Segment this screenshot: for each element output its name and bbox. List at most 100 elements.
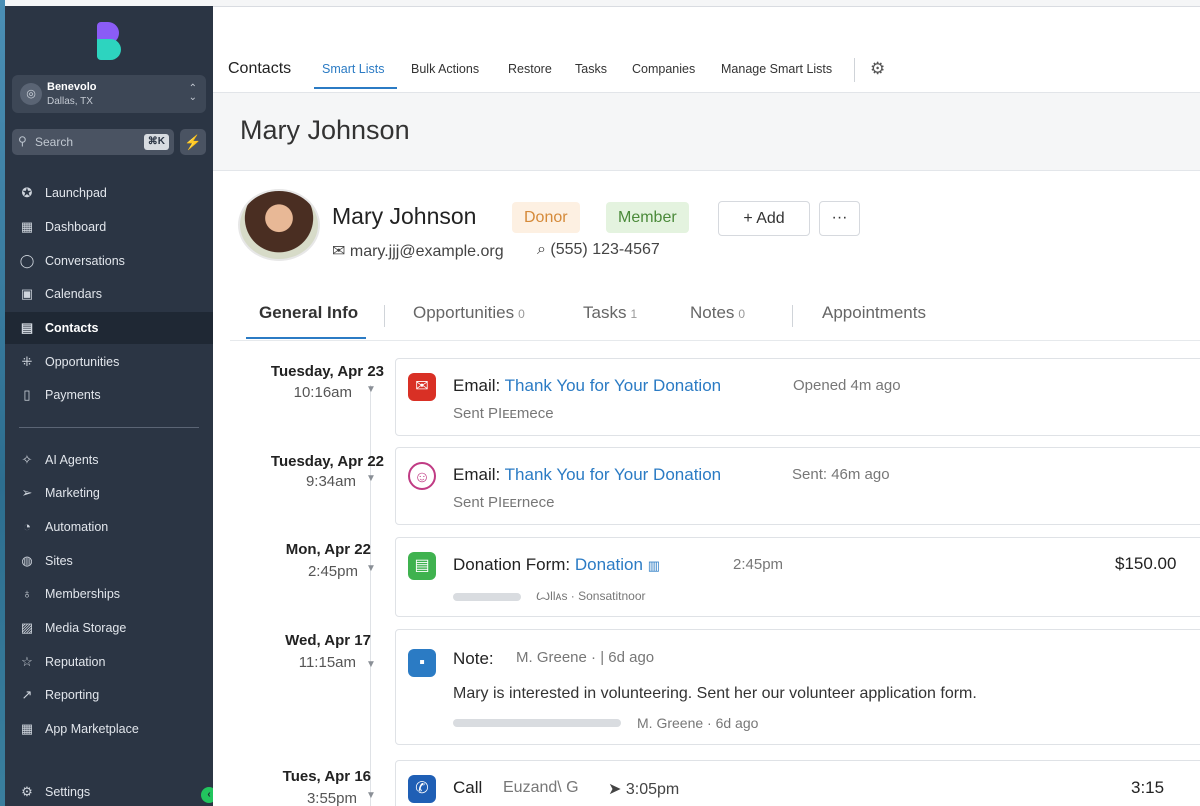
timeline-date: Tuesday, Apr 22 [270, 453, 384, 470]
tab-appointments[interactable]: Appointments [822, 303, 926, 323]
sidebar-item-opportunities[interactable]: ⁜ Opportunities [5, 346, 213, 378]
sidebar-item-payments[interactable]: ▯ Payments [5, 379, 213, 411]
sidebar-item-conversations[interactable]: ◯ Conversations [5, 245, 213, 277]
sidebar: ◎ Benevolo Dallas, TX ⌃ ⌄ ⚲ Search ⌘K ⚡ ✪… [5, 6, 217, 806]
email-subject-link[interactable]: Thank You for Your Donation [505, 376, 721, 395]
detail-tabs: General Info Opportunities 0 Tasks 1 Notes… [230, 287, 1200, 341]
tab-restore[interactable]: Restore [508, 62, 552, 76]
sidebar-item-sites[interactable]: ◍ Sites [5, 545, 213, 577]
contact-name: Mary Johnson [332, 203, 477, 229]
sidebar-item-app-marketplace[interactable]: ▦ App Marketplace [5, 713, 213, 745]
sidebar-item-settings[interactable]: ⚙ Settings [5, 776, 213, 806]
donor-badge[interactable]: Donor [512, 202, 580, 233]
sidebar-item-label: Opportunities [45, 355, 120, 369]
tab-general-info[interactable]: General Info [259, 303, 358, 323]
section-title: Contacts [228, 60, 292, 77]
sidebar-item-label: Reporting [45, 688, 100, 702]
sidebar-item-dashboard[interactable]: ▦ Dashboard [5, 211, 213, 243]
timeline-card-sub: Sent PIᴇᴇmece [453, 405, 554, 422]
sidebar-item-memberships[interactable]: ♁ Memberships [5, 578, 213, 610]
receipt-icon: ▥ [647, 558, 660, 573]
automation-icon: ◔ [23, 519, 31, 534]
tab-notes[interactable]: Notes 0 [690, 303, 745, 323]
top-bar: Contacts Smart Lists Bulk Actions Restor… [213, 6, 1200, 93]
active-detail-tab-indicator [246, 337, 366, 339]
sidebar-item-label: Contacts [45, 321, 99, 335]
tab-tasks[interactable]: Tasks 1 [583, 303, 637, 323]
sidebar-item-automation[interactable]: ◔ Automation [5, 511, 213, 543]
active-tab-indicator [314, 87, 397, 89]
timeline-time: 11:15am [298, 654, 356, 671]
note-body: Mary is interested in volunteering. Sent… [453, 685, 977, 702]
search-input[interactable]: ⚲ Search ⌘K [12, 129, 174, 155]
sidebar-item-marketing[interactable]: ➢ Marketing [5, 477, 213, 509]
email-subject-link[interactable]: Thank You for Your Donation [505, 465, 721, 484]
account-location: Dallas, TX [47, 96, 93, 107]
caller-name: Euzand\ G [503, 779, 579, 796]
placeholder-bar [453, 719, 621, 727]
tab-bulk-actions[interactable]: Bulk Actions [411, 62, 479, 76]
quick-action-bolt-icon[interactable]: ⚡ [180, 129, 206, 155]
account-switcher[interactable]: ◎ Benevolo Dallas, TX ⌃ ⌄ [12, 75, 206, 113]
note-icon: ▪ [408, 649, 436, 677]
star-icon: ☆ [21, 654, 33, 669]
timeline-card-email[interactable]: ✉ Email: Thank You for Your Donation Ope… [395, 358, 1200, 436]
sidebar-item-label: Launchpad [45, 186, 107, 200]
award-icon: ♁ [22, 586, 32, 601]
timeline-time: 10:16am [293, 384, 352, 401]
account-name: Benevolo [47, 81, 97, 93]
sidebar-item-contacts[interactable]: ▤ Contacts [5, 312, 213, 344]
tab-opportunities[interactable]: Opportunities 0 [413, 303, 525, 323]
timeline-card-title: Email: Thank You for Your Donation [453, 376, 722, 395]
contacts-icon: ▤ [20, 320, 34, 335]
sidebar-item-label: Conversations [45, 254, 125, 268]
timeline-card-call[interactable]: ✆ Call Euzand\ G ➤ 3:05pm 3:15 [395, 760, 1200, 806]
tab-divider [384, 305, 385, 327]
timeline-card-donation[interactable]: ▤ Donation Form: Donation ▥ 2:45pm $150.… [395, 537, 1200, 617]
settings-gear-icon[interactable]: ⚙ [870, 59, 885, 79]
sidebar-item-reporting[interactable]: ↗ Reporting [5, 679, 213, 711]
timeline-card-email[interactable]: ☺ Email: Thank You for Your Donation Sen… [395, 447, 1200, 525]
sidebar-item-launchpad[interactable]: ✪ Launchpad [5, 177, 213, 209]
sidebar-item-ai-agents[interactable]: ✧ AI Agents [5, 444, 213, 476]
page-title: Mary Johnson [240, 115, 410, 145]
donation-link[interactable]: Donation [575, 555, 643, 574]
sidebar-item-label: Reputation [45, 655, 106, 669]
timeline-card-sub: Ꙍllᴀs · Sonsatitnoor [536, 589, 646, 603]
toolbar-divider [854, 58, 855, 82]
phone-text: (555) 123-4567 [550, 241, 660, 258]
sidebar-item-media-storage[interactable]: ▨ Media Storage [5, 612, 213, 644]
sidebar-item-label: Marketing [45, 486, 100, 500]
placeholder-bar [453, 593, 521, 601]
tab-divider [792, 305, 793, 327]
tab-smart-lists[interactable]: Smart Lists [322, 62, 385, 76]
tab-tasks[interactable]: Tasks [575, 62, 607, 76]
timeline-card-meta: Sent: 46m ago [792, 466, 890, 483]
timeline-card-title: Note: [453, 649, 494, 668]
grid-icon: ▦ [20, 219, 34, 234]
chat-icon: ◯ [19, 253, 35, 268]
tab-companies[interactable]: Companies [632, 62, 695, 76]
add-button[interactable]: + Add [718, 201, 810, 236]
phone-icon: ✆ [408, 775, 436, 803]
location-icon: ◎ [20, 83, 42, 105]
timeline-date: Tues, Apr 16 [282, 768, 371, 785]
app-logo[interactable] [97, 22, 121, 60]
note-footer: M. Greene · 6d ago [637, 715, 759, 731]
timeline-card-note[interactable]: ▪ Note: M. Greene · | 6d ago Mary is int… [395, 629, 1200, 745]
sidebar-item-label: Dashboard [45, 220, 107, 234]
more-options-button[interactable]: ··· [819, 201, 860, 236]
contact-phone[interactable]: ⌕ (555) 123-4567 [537, 241, 660, 259]
sidebar-item-label: AI Agents [45, 453, 99, 467]
donation-amount: $150.00 [1115, 554, 1177, 573]
calendar-icon: ▣ [20, 286, 34, 301]
sidebar-item-reputation[interactable]: ☆ Reputation [5, 646, 213, 678]
email-text: mary.jjj@example.org [349, 243, 504, 260]
form-icon: ▤ [408, 552, 436, 580]
send-icon: ➢ [21, 485, 33, 500]
member-badge[interactable]: Member [606, 202, 689, 233]
sidebar-item-calendars[interactable]: ▣ Calendars [5, 278, 213, 310]
tab-manage-smart-lists[interactable]: Manage Smart Lists [721, 62, 832, 76]
globe-icon: ◍ [21, 553, 33, 568]
contact-email[interactable]: ✉ mary.jjj@example.org [332, 241, 504, 261]
